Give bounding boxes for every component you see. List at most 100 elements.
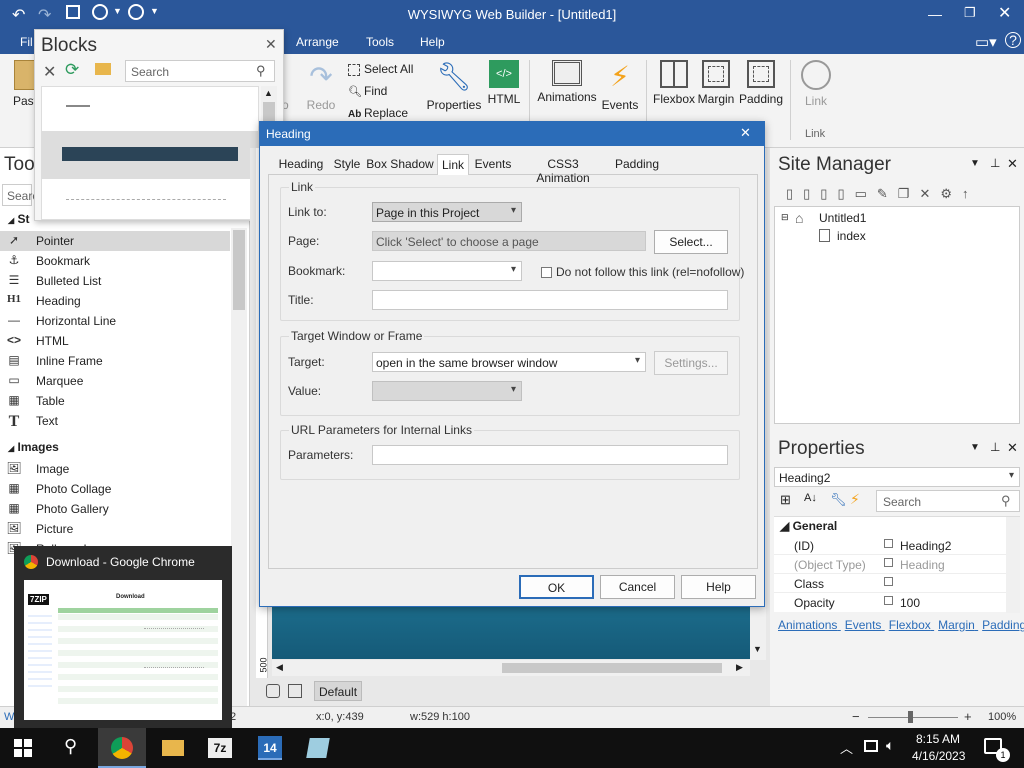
- site-root[interactable]: Untitled1: [819, 211, 866, 225]
- menu-help[interactable]: Help: [420, 35, 445, 49]
- target-select[interactable]: open in the same browser window: [372, 352, 646, 372]
- select-page-button[interactable]: Select...: [654, 230, 728, 254]
- file-explorer-icon[interactable]: [162, 740, 184, 756]
- tab-heading[interactable]: Heading: [270, 154, 332, 174]
- menu-tools[interactable]: Tools: [366, 35, 394, 49]
- add-page-icon[interactable]: [266, 684, 280, 698]
- bookmark-select[interactable]: [372, 261, 522, 281]
- zoom-slider[interactable]: [868, 711, 958, 723]
- toolbox-item-table[interactable]: ▦ Table: [0, 391, 230, 411]
- tab-link[interactable]: Link: [437, 154, 469, 175]
- toolbox-item-bookmark[interactable]: ⚓︎ Bookmark: [0, 251, 230, 271]
- tab-css3-animation[interactable]: CSS3 Animation: [520, 154, 606, 185]
- delete-icon[interactable]: ✕: [43, 62, 56, 82]
- chrome-preview-thumbnail[interactable]: 7ZIP Download: [24, 580, 222, 720]
- toolbox-item-html[interactable]: <> HTML: [0, 331, 230, 351]
- toolbox-search[interactable]: Searc: [2, 184, 38, 206]
- property-row[interactable]: Opacity 100: [774, 593, 1006, 612]
- scroll-down-icon[interactable]: ▼: [753, 644, 762, 654]
- link-margin[interactable]: Margin: [938, 618, 975, 632]
- wysiwyg-icon[interactable]: 14: [258, 736, 282, 760]
- toolbox-item-bulleted-list[interactable]: ☰ Bulleted List: [0, 271, 230, 291]
- tab-box-shadow[interactable]: Box Shadow: [364, 154, 436, 174]
- toolbox-scrollbar[interactable]: [231, 228, 247, 706]
- find-button[interactable]: 🔍︎ Find: [348, 84, 387, 98]
- padding-button[interactable]: Padding: [738, 60, 784, 106]
- title-input[interactable]: [372, 290, 728, 310]
- scroll-up-icon[interactable]: ▲: [264, 88, 273, 98]
- block-thumbnail[interactable]: [42, 131, 258, 179]
- nofollow-checkbox[interactable]: [541, 267, 552, 278]
- search-icon[interactable]: ⚲: [1001, 493, 1011, 509]
- help-button[interactable]: Help: [681, 575, 756, 599]
- select-all-button[interactable]: Select All: [348, 62, 413, 76]
- toolbox-item-image[interactable]: 🖼︎ Image: [0, 459, 230, 479]
- close-button[interactable]: ✕: [998, 3, 1011, 23]
- properties-button[interactable]: 🔧︎ Properties: [426, 60, 482, 112]
- panel-menu-icon[interactable]: ▼: [970, 442, 980, 453]
- menu-arrange[interactable]: Arrange: [296, 35, 339, 49]
- category-general[interactable]: ◢ General: [780, 519, 837, 533]
- windows-start-icon[interactable]: [14, 739, 32, 757]
- link-padding[interactable]: Padding: [982, 618, 1024, 632]
- link-to-select[interactable]: Page in this Project: [372, 202, 522, 222]
- search-icon[interactable]: ⚲: [64, 736, 77, 757]
- animations-button[interactable]: Animations: [536, 60, 598, 104]
- property-row[interactable]: (Object Type) Heading: [774, 555, 1006, 574]
- block-thumbnail[interactable]: [66, 199, 226, 200]
- zoom-out-icon[interactable]: −: [852, 709, 860, 724]
- properties-search-input[interactable]: Search ⚲: [876, 490, 1020, 512]
- pin-icon[interactable]: ⊥: [990, 440, 1000, 454]
- scroll-right-icon[interactable]: ▶: [736, 662, 743, 673]
- pin-icon[interactable]: ⊥: [990, 156, 1000, 170]
- section-images[interactable]: ◢ Images: [0, 438, 200, 456]
- dialog-close-icon[interactable]: ✕: [740, 125, 751, 141]
- clock-date[interactable]: 4/16/2023: [912, 749, 965, 763]
- blocks-search-input[interactable]: Search ⚲: [125, 60, 275, 82]
- parameters-input[interactable]: [372, 445, 728, 465]
- design-canvas[interactable]: [272, 603, 764, 659]
- block-thumbnail[interactable]: [66, 105, 90, 107]
- canvas-hscrollbar[interactable]: ◀ ▶: [272, 660, 750, 676]
- toolbox-item-photo-collage[interactable]: ▦ Photo Collage: [0, 479, 230, 499]
- toolbox-item-inline-frame[interactable]: ▤ Inline Frame: [0, 351, 230, 371]
- property-edit-icon[interactable]: [884, 577, 893, 586]
- ok-button[interactable]: OK: [519, 575, 594, 599]
- search-icon[interactable]: ⚲: [256, 63, 266, 79]
- tab-style[interactable]: Style: [326, 154, 368, 174]
- toolbox-item-photo-gallery[interactable]: ▦ Photo Gallery: [0, 499, 230, 519]
- link-flexbox[interactable]: Flexbox: [889, 618, 931, 632]
- menu-file[interactable]: Fil: [20, 35, 33, 49]
- scroll-thumb[interactable]: [233, 230, 245, 310]
- replace-button[interactable]: Ab Replace: [348, 106, 408, 120]
- toolbox-item-text[interactable]: T Text: [0, 411, 230, 431]
- property-row[interactable]: (ID) Heading2: [774, 536, 1006, 555]
- link-button[interactable]: Link: [796, 60, 836, 108]
- property-row[interactable]: Class: [774, 574, 1006, 593]
- close-icon[interactable]: ✕: [265, 36, 277, 53]
- page-settings-icon[interactable]: [288, 684, 302, 698]
- taskbar-chrome[interactable]: [98, 728, 146, 768]
- link-animations[interactable]: Animations: [778, 618, 837, 632]
- close-icon[interactable]: ✕: [1007, 156, 1018, 172]
- toolbox-item-horizontal-line[interactable]: — Horizontal Line: [0, 311, 230, 331]
- close-icon[interactable]: ✕: [1007, 440, 1018, 456]
- wrench-icon[interactable]: 🔧︎: [830, 492, 847, 508]
- zoom-thumb[interactable]: [908, 711, 913, 723]
- scroll-thumb[interactable]: [502, 663, 722, 673]
- property-edit-icon[interactable]: [884, 596, 893, 605]
- categorized-icon[interactable]: ⊞: [780, 492, 791, 508]
- cancel-button[interactable]: Cancel: [600, 575, 675, 599]
- site-page-index[interactable]: index: [837, 229, 866, 243]
- network-icon[interactable]: [864, 740, 878, 752]
- sort-az-icon[interactable]: A↓: [804, 492, 817, 504]
- toolbox-item-heading[interactable]: H1 Heading: [0, 291, 230, 311]
- lightning-icon[interactable]: ⚡︎: [850, 491, 860, 508]
- toolbox-item-marquee[interactable]: ▭ Marquee: [0, 371, 230, 391]
- question-icon[interactable]: ?: [1005, 32, 1021, 48]
- property-edit-icon[interactable]: [884, 558, 893, 567]
- events-button[interactable]: ⚡︎ Events: [600, 60, 640, 112]
- panel-menu-icon[interactable]: ▼: [970, 158, 980, 169]
- zoom-in-icon[interactable]: +: [964, 709, 972, 724]
- layer-selector[interactable]: Default: [314, 681, 362, 701]
